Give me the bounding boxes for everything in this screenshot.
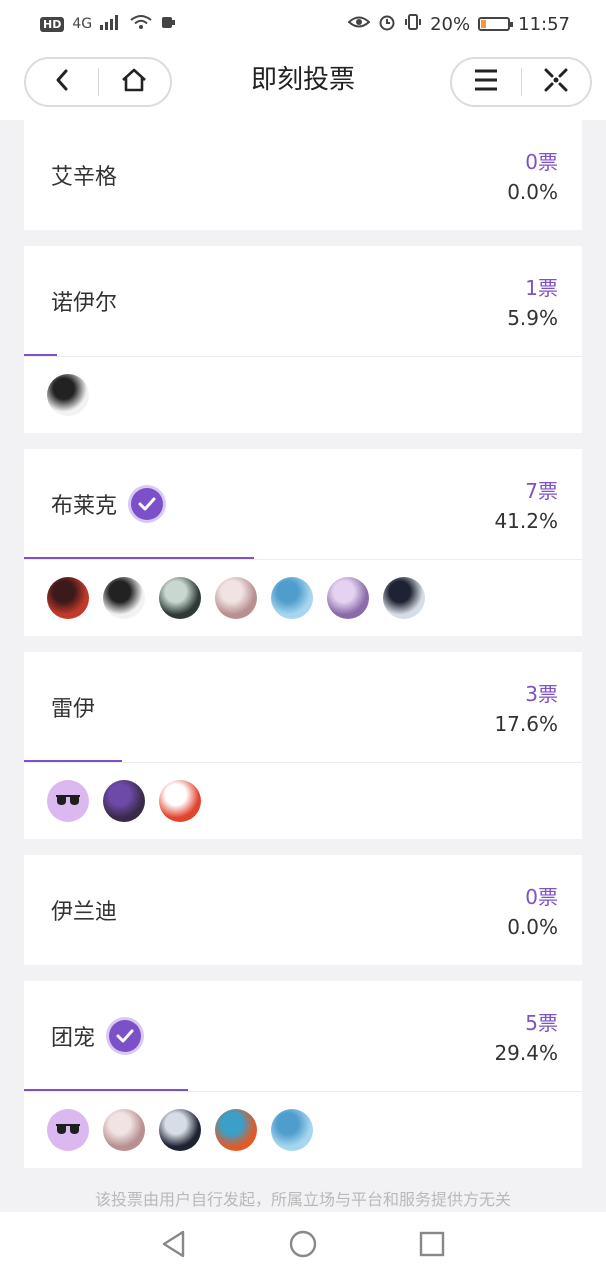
vote-option-card[interactable]: 雷伊 3票 17.6%	[24, 652, 582, 839]
status-bar: HD 4G 20% 11:57	[0, 0, 606, 48]
vote-option-card[interactable]: 诺伊尔 1票 5.9%	[24, 246, 582, 433]
vote-count: 3票	[525, 682, 558, 706]
vote-option-list: 艾辛格 0票 0.0% 诺伊尔 1票 5.9% 布莱克 7票 41.2% 雷伊 3票 17.6% 伊兰迪…	[24, 120, 582, 1184]
network-label: 4G	[72, 16, 93, 32]
vote-percent: 41.2%	[494, 509, 558, 533]
home-icon	[120, 67, 148, 97]
eye-icon	[347, 14, 371, 35]
voter-avatar-row	[24, 762, 582, 839]
voter-avatar-row	[24, 1091, 582, 1168]
vote-percent: 0.0%	[507, 180, 558, 204]
vote-progress-bar	[24, 557, 254, 559]
avatar[interactable]	[327, 577, 369, 619]
avatar[interactable]	[159, 577, 201, 619]
system-nav-bar	[0, 1212, 606, 1280]
usb-debug-icon	[160, 14, 176, 35]
close-button[interactable]	[522, 59, 591, 105]
vote-percent: 0.0%	[507, 915, 558, 939]
option-name: 雷伊	[51, 697, 96, 722]
vote-option-main[interactable]: 伊兰迪 0票 0.0%	[24, 855, 582, 965]
vibrate-icon	[404, 13, 422, 36]
option-name: 艾辛格	[51, 165, 118, 190]
hd-badge: HD	[40, 16, 65, 32]
check-icon	[131, 488, 164, 520]
alarm-icon	[378, 13, 396, 36]
nav-capsule	[24, 57, 172, 107]
vote-percent: 5.9%	[507, 306, 558, 330]
avatar[interactable]	[159, 780, 201, 822]
menu-icon	[474, 69, 498, 95]
vote-option-card[interactable]: 团宠 5票 29.4%	[24, 981, 582, 1168]
vote-option-card[interactable]: 伊兰迪 0票 0.0%	[24, 855, 582, 965]
option-name-wrap: 雷伊	[51, 652, 95, 762]
system-recents-button[interactable]	[412, 1226, 452, 1266]
vote-option-main[interactable]: 团宠 5票 29.4%	[24, 981, 582, 1091]
avatar[interactable]	[103, 577, 145, 619]
wifi-icon	[130, 14, 152, 35]
option-name-wrap: 布莱克	[51, 449, 164, 559]
vote-option-card[interactable]: 艾辛格 0票 0.0%	[24, 120, 582, 230]
avatar[interactable]	[271, 577, 313, 619]
action-capsule	[450, 57, 592, 107]
option-name: 诺伊尔	[51, 291, 118, 316]
vote-count: 0票	[525, 885, 558, 909]
vote-option-main[interactable]: 雷伊 3票 17.6%	[24, 652, 582, 762]
vote-option-main[interactable]: 布莱克 7票 41.2%	[24, 449, 582, 559]
check-icon	[109, 1020, 142, 1052]
option-name-wrap: 诺伊尔	[51, 246, 117, 356]
system-back-button[interactable]	[154, 1226, 194, 1266]
avatar[interactable]	[271, 1109, 313, 1151]
option-name: 布莱克	[51, 494, 118, 519]
home-button[interactable]	[99, 59, 171, 105]
option-name: 团宠	[51, 1026, 96, 1051]
avatar[interactable]	[159, 1109, 201, 1151]
vote-percent: 17.6%	[494, 712, 558, 736]
vote-percent: 29.4%	[494, 1041, 558, 1065]
avatar[interactable]	[103, 1109, 145, 1151]
clock: 11:57	[518, 13, 570, 35]
avatar[interactable]	[47, 374, 89, 416]
vote-progress-bar	[24, 1089, 188, 1091]
back-button[interactable]	[26, 59, 98, 105]
vote-count: 5票	[525, 1011, 558, 1035]
avatar[interactable]	[215, 577, 257, 619]
vote-progress-bar	[24, 354, 57, 356]
triangle-back-icon	[160, 1229, 188, 1263]
sunglasses-avatar-icon[interactable]	[47, 1109, 89, 1151]
option-name-wrap: 团宠	[51, 981, 142, 1091]
sunglasses-avatar-icon[interactable]	[47, 780, 89, 822]
avatar[interactable]	[215, 1109, 257, 1151]
option-name-wrap: 艾辛格	[51, 120, 117, 230]
vote-count: 0票	[525, 150, 558, 174]
disclaimer-text: 该投票由用户自行发起，所属立场与平台和服务提供方无关	[94, 1190, 511, 1209]
close-icon	[543, 67, 569, 97]
circle-home-icon	[288, 1229, 318, 1263]
vote-option-main[interactable]: 诺伊尔 1票 5.9%	[24, 246, 582, 356]
vote-option-card[interactable]: 布莱克 7票 41.2%	[24, 449, 582, 636]
header-bar: 即刻投票	[0, 48, 606, 120]
vote-count: 1票	[525, 276, 558, 300]
signal-icon	[100, 14, 122, 35]
vote-count: 7票	[525, 479, 558, 503]
option-name: 伊兰迪	[51, 900, 118, 925]
system-home-button[interactable]	[283, 1226, 323, 1266]
avatar[interactable]	[383, 577, 425, 619]
voter-avatar-row	[24, 356, 582, 433]
voter-avatar-row	[24, 559, 582, 636]
chevron-left-icon	[54, 68, 70, 96]
avatar[interactable]	[47, 577, 89, 619]
square-recents-icon	[418, 1230, 446, 1262]
vote-progress-bar	[24, 760, 122, 762]
battery-percent: 20%	[430, 13, 471, 35]
option-name-wrap: 伊兰迪	[51, 855, 117, 965]
avatar[interactable]	[103, 780, 145, 822]
menu-button[interactable]	[452, 59, 521, 105]
vote-option-main[interactable]: 艾辛格 0票 0.0%	[24, 120, 582, 230]
battery-icon	[478, 17, 514, 31]
